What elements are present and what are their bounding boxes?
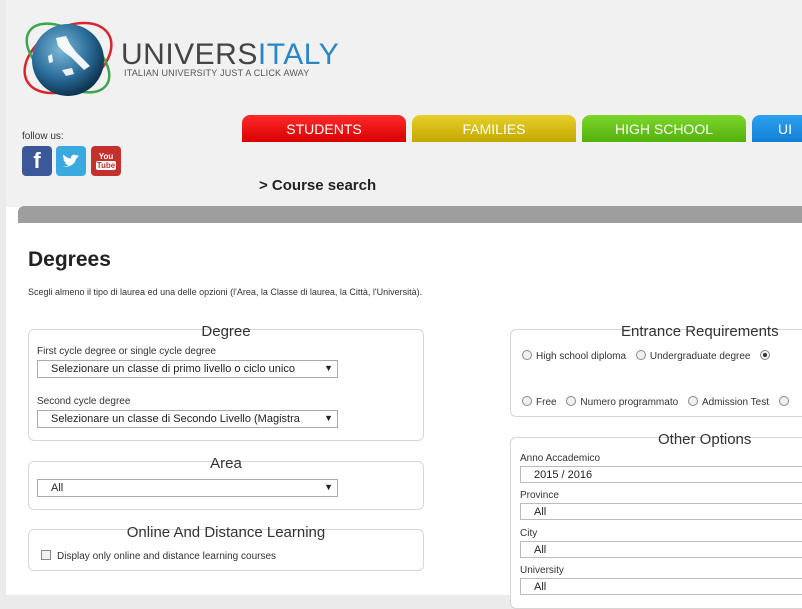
facebook-glyph: f xyxy=(33,148,41,173)
first-cycle-label: First cycle degree or single cycle degre… xyxy=(37,346,216,357)
brand-name[interactable]: UNIVERSITALY xyxy=(121,38,339,72)
first-cycle-select[interactable]: Selezionare un classe di primo livello o… xyxy=(37,360,338,378)
radio-button-selected[interactable] xyxy=(760,350,771,360)
area-box: Area All ▼ xyxy=(28,455,424,510)
radio-button[interactable] xyxy=(566,396,577,406)
radio-button[interactable] xyxy=(687,396,698,406)
tab-students[interactable]: STUDENTS xyxy=(242,115,406,142)
chevron-down-icon: ▼ xyxy=(324,363,333,373)
online-learning-checkbox[interactable] xyxy=(41,550,51,560)
radio-button[interactable] xyxy=(635,350,646,360)
follow-us-label: follow us: xyxy=(22,131,64,142)
radio-button[interactable] xyxy=(522,350,532,360)
area-box-title: Area xyxy=(210,455,242,472)
twitter-icon[interactable] xyxy=(56,146,86,176)
page-title: Degrees xyxy=(28,248,111,271)
province-label: Province xyxy=(520,490,559,501)
area-select[interactable]: All ▼ xyxy=(37,479,338,497)
page: UNIVERSITALY ITALIAN UNIVERSITY JUST A C… xyxy=(6,0,802,609)
radio-free[interactable]: Free xyxy=(522,396,557,408)
online-learning-checkbox-label: Display only online and distance learnin… xyxy=(57,551,277,562)
city-field[interactable]: All xyxy=(520,541,802,558)
youtube-bottom-text: Tube xyxy=(95,161,117,170)
facebook-icon[interactable]: f xyxy=(22,146,52,176)
city-label: City xyxy=(520,528,538,539)
breadcrumb: > Course search xyxy=(259,177,377,194)
brand-prefix: UNIVERS xyxy=(121,38,258,71)
degree-box-title: Degree xyxy=(201,323,251,340)
radio-label: Free xyxy=(536,397,557,408)
radio-label: Admission Test xyxy=(701,397,770,408)
radio-undergraduate-degree[interactable]: Undergraduate degree xyxy=(635,350,751,362)
entrance-row-1: High school diploma Undergraduate degree xyxy=(522,350,781,362)
tab-universities[interactable]: UI xyxy=(752,115,802,142)
site-header xyxy=(6,0,802,207)
radio-high-school-diploma[interactable]: High school diploma xyxy=(522,350,627,362)
radio-button[interactable] xyxy=(522,396,532,406)
globe-logo-icon[interactable] xyxy=(18,8,118,108)
radio-button-partial[interactable] xyxy=(778,396,789,406)
section-header-bar xyxy=(18,206,802,223)
radio-label: Numero programmato xyxy=(580,397,679,408)
entrance-box-title: Entrance Requirements xyxy=(621,323,779,340)
youtube-icon[interactable]: You Tube xyxy=(91,146,121,176)
chevron-down-icon: ▼ xyxy=(324,413,333,423)
radio-third-option[interactable] xyxy=(760,350,774,362)
intro-text: Scegli almeno il tipo di laurea ed una d… xyxy=(28,287,423,297)
area-value: All xyxy=(51,482,64,494)
online-learning-option[interactable]: Display only online and distance learnin… xyxy=(41,550,276,562)
twitter-bird-icon xyxy=(62,154,79,167)
radio-label: High school diploma xyxy=(536,351,627,362)
first-cycle-value: Selezionare un classe di primo livello o… xyxy=(51,363,295,375)
radio-admission-test[interactable]: Admission Test xyxy=(687,396,770,408)
tab-families[interactable]: FAMILIES xyxy=(412,115,576,142)
other-options-box: Other Options Anno Accademico 2015 / 201… xyxy=(510,431,802,609)
brand-tagline: ITALIAN UNIVERSITY JUST A CLICK AWAY xyxy=(124,68,310,78)
university-label: University xyxy=(520,565,564,576)
entrance-row-2: Free Numero programmato Admission Test xyxy=(522,396,793,408)
second-cycle-value: Selezionare un classe di Secondo Livello… xyxy=(51,413,300,425)
academic-year-label: Anno Accademico xyxy=(520,453,601,464)
province-field[interactable]: All xyxy=(520,503,802,520)
other-options-box-title: Other Options xyxy=(658,431,752,448)
second-cycle-label: Second cycle degree xyxy=(37,396,131,407)
radio-numero-programmato[interactable]: Numero programmato xyxy=(566,396,679,408)
brand-highlight: ITALY xyxy=(257,38,340,71)
entrance-requirements-box: Entrance Requirements High school diplom… xyxy=(510,323,802,417)
degree-box: Degree First cycle degree or single cycl… xyxy=(28,323,424,441)
academic-year-field[interactable]: 2015 / 2016 xyxy=(520,466,802,483)
tab-high-school[interactable]: HIGH SCHOOL xyxy=(582,115,746,142)
chevron-down-icon: ▼ xyxy=(324,482,333,492)
online-learning-box-title: Online And Distance Learning xyxy=(126,524,326,541)
second-cycle-select[interactable]: Selezionare un classe di Secondo Livello… xyxy=(37,410,338,428)
university-field[interactable]: All xyxy=(520,578,802,595)
youtube-top-text: You xyxy=(98,152,114,161)
radio-label: Undergraduate degree xyxy=(649,351,751,362)
online-learning-box: Online And Distance Learning Display onl… xyxy=(28,524,424,571)
